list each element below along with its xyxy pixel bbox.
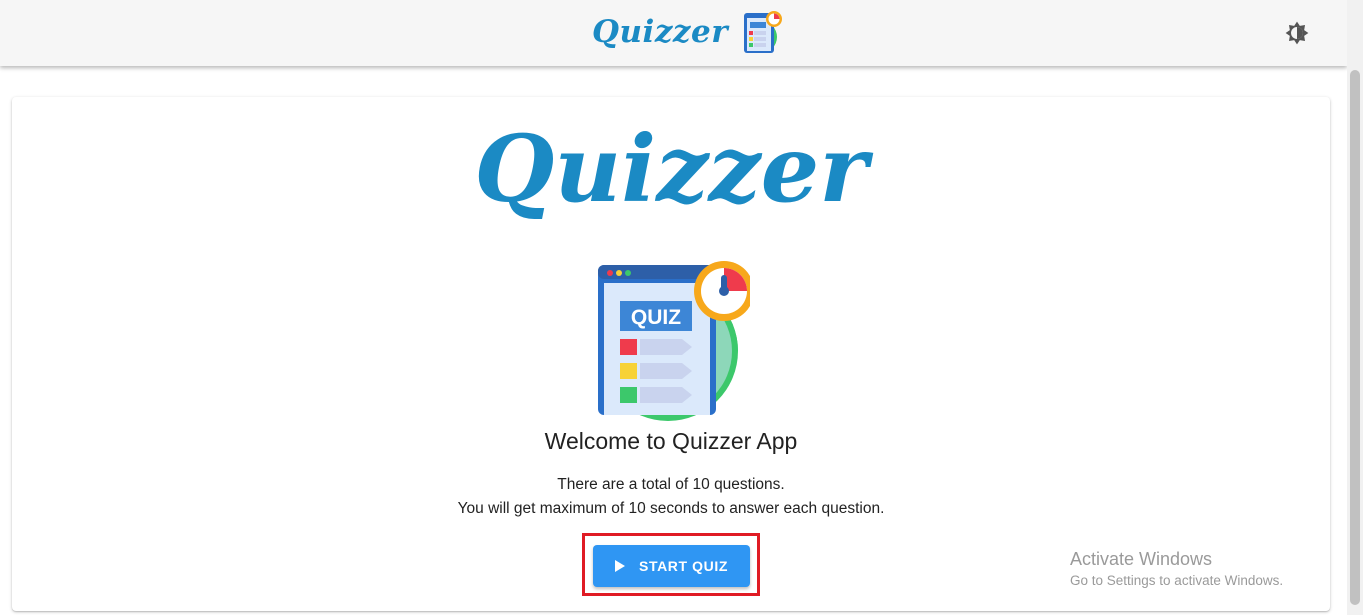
start-quiz-label: START QUIZ xyxy=(639,558,728,574)
welcome-heading: Welcome to Quizzer App xyxy=(544,428,798,454)
quiz-illustration-label: QUIZ xyxy=(631,306,681,329)
quiz-app-icon xyxy=(744,11,783,53)
scrollbar-thumb[interactable] xyxy=(1350,70,1360,605)
brightness-icon[interactable] xyxy=(1284,20,1310,46)
page-scrollbar[interactable] xyxy=(1347,0,1363,615)
time-limit-text: You will get maximum of 10 seconds to an… xyxy=(457,500,885,517)
header-brand[interactable]: Quizzer xyxy=(592,8,784,56)
quiz-illustration: QUIZ xyxy=(598,261,750,421)
welcome-card: Quizzer QUIZ Welcome to Quizzer App Ther… xyxy=(12,97,1330,611)
start-quiz-button[interactable]: START QUIZ xyxy=(593,545,750,587)
header-brand-text: Quizzer xyxy=(592,14,729,50)
quizzer-logo: Quizzer xyxy=(474,115,868,223)
question-count-text: There are a total of 10 questions. xyxy=(557,476,785,493)
activate-windows-watermark: Activate Windows Go to Settings to activ… xyxy=(1070,547,1283,591)
watermark-subtitle: Go to Settings to activate Windows. xyxy=(1070,573,1284,588)
watermark-title: Activate Windows xyxy=(1070,549,1213,569)
app-bar: Quizzer xyxy=(0,0,1347,66)
play-icon xyxy=(615,560,626,572)
